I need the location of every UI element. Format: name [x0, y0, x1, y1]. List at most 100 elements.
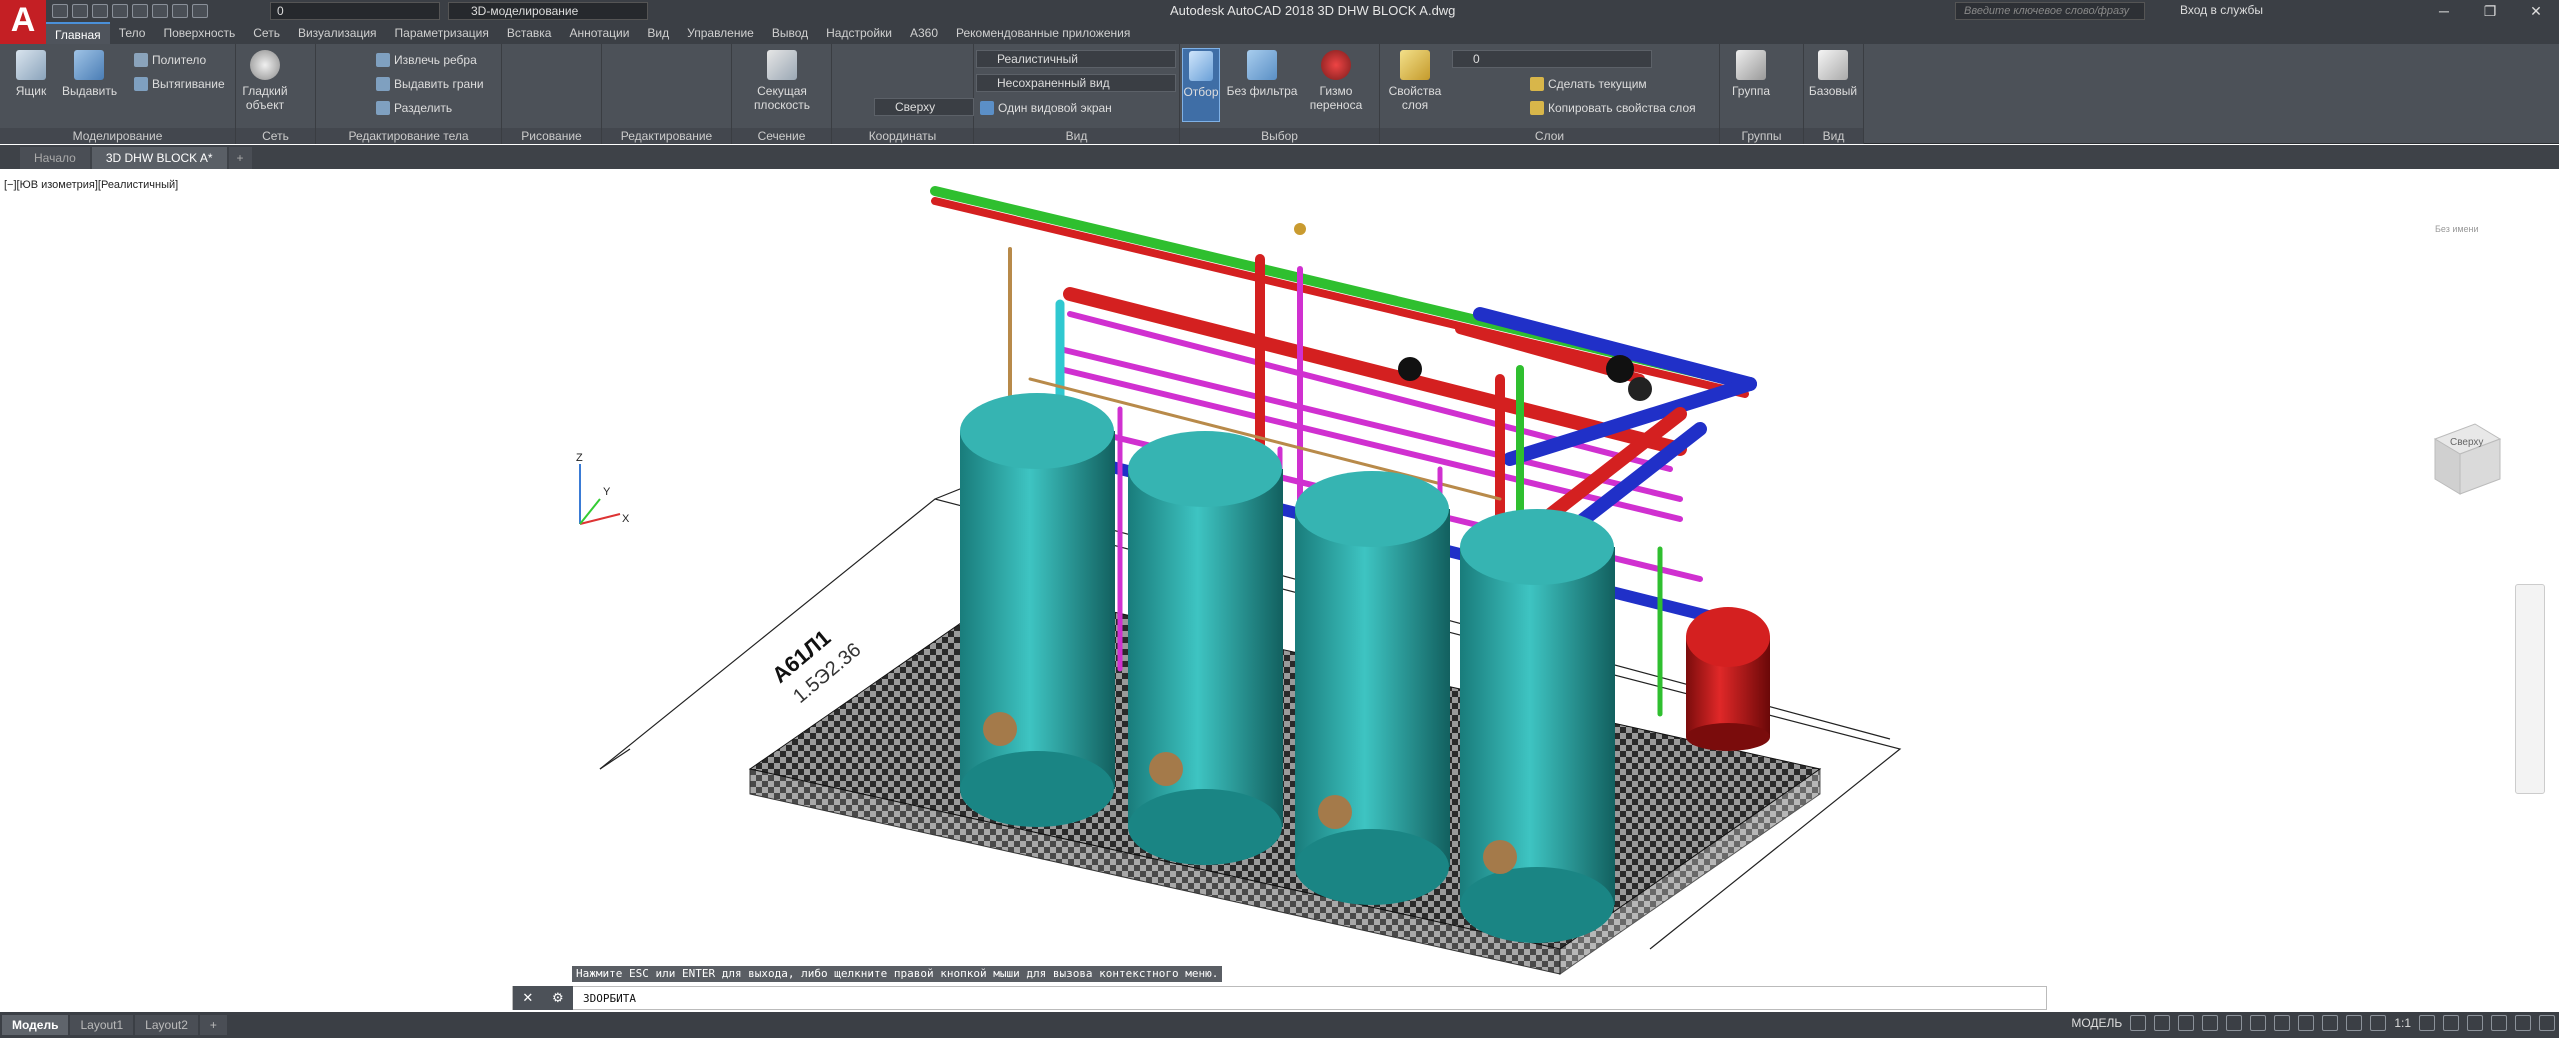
tab-home[interactable]: Главная	[46, 22, 110, 44]
print-icon[interactable]	[132, 4, 148, 18]
tab-addins[interactable]: Надстройки	[817, 22, 901, 44]
view-direction-dropdown[interactable]: Сверху	[874, 98, 974, 116]
tab-insert[interactable]: Вставка	[498, 22, 561, 44]
panel-title[interactable]: Сечение	[732, 128, 831, 144]
title-bar: 0 3D-моделирование Autodesk AutoCAD 2018…	[0, 0, 2559, 22]
view-cube[interactable]: Сверху	[2415, 409, 2515, 509]
presspull-button[interactable]: Вытягивание	[134, 74, 225, 94]
match-layer-button[interactable]: Копировать свойства слоя	[1530, 98, 1696, 118]
plus-icon[interactable]	[2443, 1015, 2459, 1031]
sign-in-button[interactable]: Вход в службы	[2180, 3, 2263, 17]
visual-style-dropdown[interactable]: Реалистичный	[976, 50, 1176, 68]
layout-tab-model[interactable]: Модель	[2, 1015, 69, 1035]
extrude-button[interactable]: Выдавить	[62, 48, 117, 122]
close-icon[interactable]: ✕	[2513, 0, 2559, 22]
panel-title[interactable]: Координаты	[832, 128, 973, 144]
tab-drawing[interactable]: 3D DHW BLOCK A*	[91, 147, 227, 169]
tab-view[interactable]: Вид	[638, 22, 678, 44]
tab-annotate[interactable]: Аннотации	[560, 22, 638, 44]
annotation-scale[interactable]: 1:1	[2394, 1016, 2411, 1030]
base-view-button[interactable]: Базовый	[1806, 48, 1860, 122]
close-command-icon[interactable]: ✕	[522, 990, 533, 1006]
quick-layer-dropdown[interactable]: 0	[270, 2, 440, 20]
selection-cycling-icon[interactable]	[2346, 1015, 2363, 1031]
minimize-icon[interactable]: ─	[2421, 0, 2467, 22]
tab-surface[interactable]: Поверхность	[154, 22, 244, 44]
workspace-gear-icon[interactable]	[2419, 1015, 2435, 1031]
layout-tab-1[interactable]: Layout1	[70, 1015, 134, 1035]
restore-icon[interactable]: ❐	[2467, 0, 2513, 22]
layer-dropdown[interactable]: 0	[1452, 50, 1652, 68]
wcs-menu[interactable]: Без имени	[2435, 224, 2479, 234]
osnap-icon[interactable]	[2226, 1015, 2243, 1031]
dynamic-ucs-icon[interactable]	[2274, 1015, 2291, 1031]
tab-manage[interactable]: Управление	[678, 22, 763, 44]
panel-title[interactable]: Рисование	[502, 128, 601, 144]
section-plane-button[interactable]: Секущая плоскость	[752, 48, 812, 122]
transparency-icon[interactable]	[2322, 1015, 2339, 1031]
panel-title[interactable]: Вид	[974, 128, 1179, 144]
add-layout-button[interactable]: +	[199, 1015, 227, 1035]
grid-icon[interactable]	[2130, 1015, 2147, 1031]
ortho-icon[interactable]	[2178, 1015, 2195, 1031]
extract-edges-button[interactable]: Извлечь ребра	[376, 50, 477, 70]
tab-parametric[interactable]: Параметризация	[386, 22, 498, 44]
autocad-logo[interactable]: A	[0, 0, 46, 44]
panel-title[interactable]: Редактирование тела	[316, 128, 501, 144]
panel-title[interactable]: Вид	[1804, 128, 1863, 144]
panel-title[interactable]: Моделирование	[0, 128, 235, 144]
make-current-button[interactable]: Сделать текущим	[1530, 74, 1647, 94]
share-icon[interactable]	[192, 4, 208, 18]
new-tab-button[interactable]: +	[228, 147, 252, 169]
box-button[interactable]: Ящик	[4, 48, 58, 122]
command-line[interactable]: ✕ ⚙ 3DОРБИТА	[512, 986, 2047, 1010]
save-icon[interactable]	[92, 4, 108, 18]
tab-output[interactable]: Вывод	[763, 22, 817, 44]
tab-featured-apps[interactable]: Рекомендованные приложения	[947, 22, 1139, 44]
tab-render[interactable]: Визуализация	[289, 22, 386, 44]
layer-properties-button[interactable]: Свойства слоя	[1384, 48, 1446, 122]
tab-start[interactable]: Начало	[20, 147, 90, 169]
drawing-viewport[interactable]: [−][ЮВ изометрия][Реалистичный] Z Y X A6…	[0, 169, 2559, 1012]
culling-button[interactable]: Отбор	[1182, 48, 1220, 122]
separate-button[interactable]: Разделить	[376, 98, 452, 118]
hardware-acceleration-icon[interactable]	[2491, 1015, 2507, 1031]
customization-menu-icon[interactable]	[2539, 1015, 2555, 1031]
navigation-bar[interactable]	[2515, 584, 2545, 794]
clean-screen-icon[interactable]	[2515, 1015, 2531, 1031]
workspace-dropdown[interactable]: 3D-моделирование	[448, 2, 648, 20]
panel-title[interactable]: Сеть	[236, 128, 315, 144]
extrude-faces-button[interactable]: Выдавить грани	[376, 74, 484, 94]
tab-solid[interactable]: Тело	[110, 22, 155, 44]
polysolid-button[interactable]: Политело	[134, 50, 206, 70]
annotation-visibility-icon[interactable]	[2370, 1015, 2387, 1031]
command-input[interactable]: 3DОРБИТА	[573, 992, 636, 1005]
lineweight-icon[interactable]	[2298, 1015, 2315, 1031]
save-as-icon[interactable]	[112, 4, 128, 18]
new-file-icon[interactable]	[52, 4, 68, 18]
redo-icon[interactable]	[172, 4, 188, 18]
isolate-objects-icon[interactable]	[2467, 1015, 2483, 1031]
no-filter-button[interactable]: Без фильтра	[1226, 48, 1298, 122]
group-button[interactable]: Группа	[1724, 48, 1778, 122]
3d-osnap-icon[interactable]	[2250, 1015, 2267, 1031]
tab-a360[interactable]: A360	[901, 22, 947, 44]
tank-3	[1295, 471, 1450, 905]
viewport-config-button[interactable]: Один видовой экран	[980, 98, 1112, 118]
model-space-toggle[interactable]: МОДЕЛЬ	[2071, 1016, 2122, 1030]
open-file-icon[interactable]	[72, 4, 88, 18]
search-input[interactable]: Введите ключевое слово/фразу	[1955, 2, 2145, 20]
tab-mesh[interactable]: Сеть	[244, 22, 289, 44]
customize-icon[interactable]: ⚙	[552, 990, 564, 1006]
panel-title[interactable]: Слои	[1380, 128, 1719, 144]
panel-title[interactable]: Выбор	[1180, 128, 1379, 144]
polar-icon[interactable]	[2202, 1015, 2219, 1031]
named-view-dropdown[interactable]: Несохраненный вид	[976, 74, 1176, 92]
smooth-object-button[interactable]: Гладкий объект	[238, 48, 292, 122]
gizmo-button[interactable]: Гизмо переноса	[1302, 48, 1370, 122]
panel-title[interactable]: Редактирование	[602, 128, 731, 144]
undo-icon[interactable]	[152, 4, 168, 18]
panel-title[interactable]: Группы	[1720, 128, 1803, 144]
layout-tab-2[interactable]: Layout2	[135, 1015, 198, 1035]
snap-icon[interactable]	[2154, 1015, 2171, 1031]
